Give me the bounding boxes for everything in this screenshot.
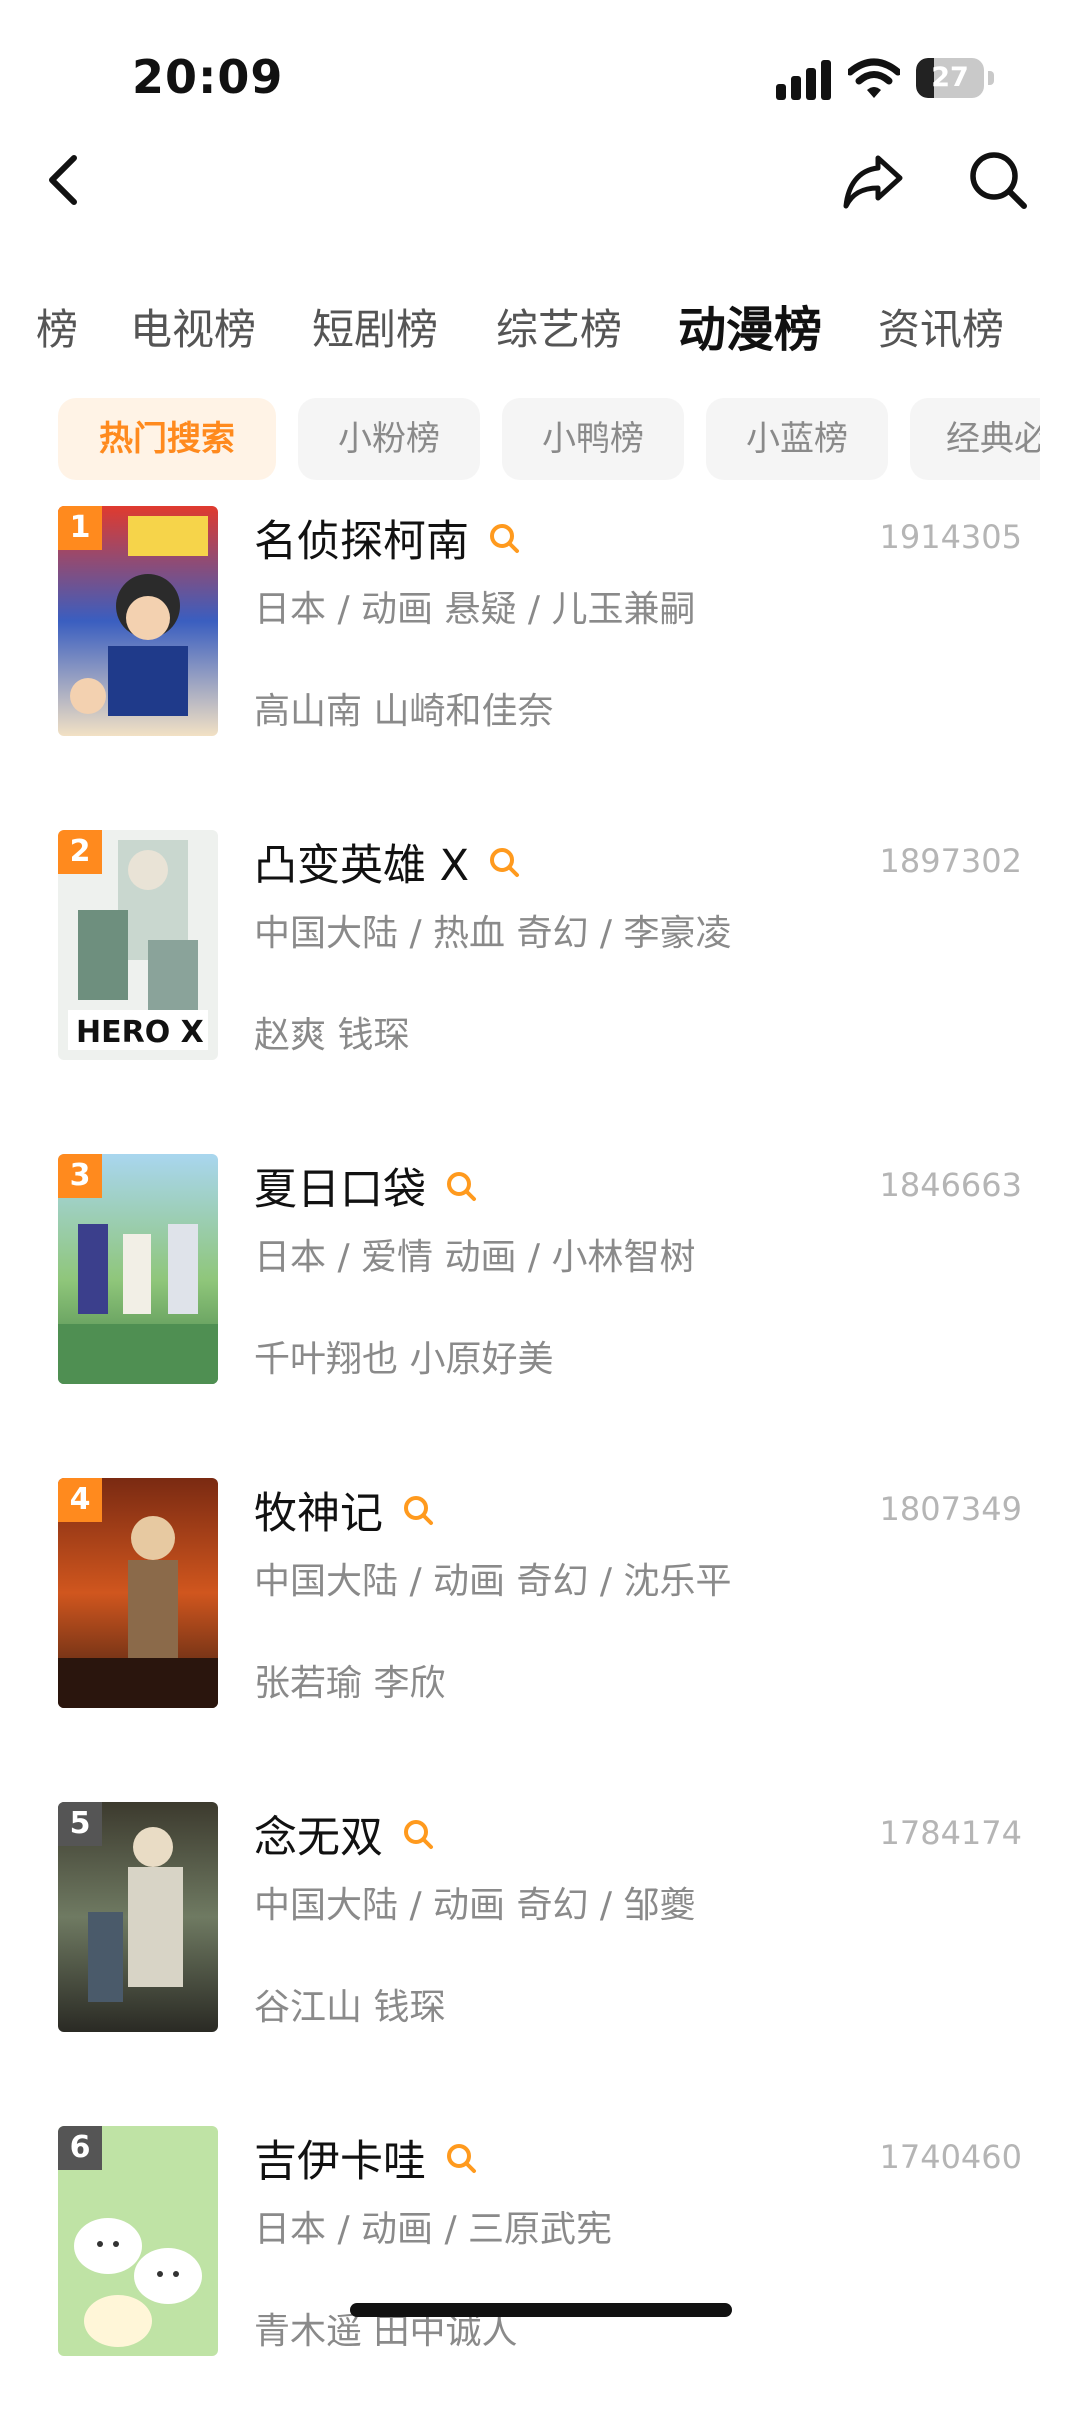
chip-xiaoya[interactable]: 小鸭榜	[502, 398, 684, 480]
poster-image[interactable]: 1	[58, 506, 218, 736]
item-title: 念无双	[254, 1813, 383, 1863]
list-item[interactable]: 4 牧神记 1807349 中国大陆 / 动画 奇幻 / 沈乐平 张若瑜 李欣	[0, 1472, 1080, 1772]
heat-count: 1784174	[879, 1814, 1022, 1852]
search-icon[interactable]	[444, 2141, 478, 2175]
heat-count: 1897302	[879, 842, 1022, 880]
rank-badge: 4	[58, 1478, 102, 1522]
svg-text:HERO X: HERO X	[76, 1015, 204, 1050]
item-title: 夏日口袋	[254, 1165, 426, 1215]
poster-image[interactable]: 6	[58, 2126, 218, 2356]
chip-hot-search[interactable]: 热门搜索	[58, 398, 276, 480]
home-indicator[interactable]	[350, 2303, 732, 2317]
battery-percent: 27	[931, 62, 969, 93]
list-item[interactable]: 5 念无双 1784174 中国大陆 / 动画 奇幻 / 邹夔 谷江山 钱琛	[0, 1796, 1080, 2096]
chip-classic[interactable]: 经典必	[910, 398, 1040, 480]
tab-news[interactable]: 资讯榜	[878, 290, 1004, 370]
item-cast: 高山南 山崎和佳奈	[254, 691, 554, 732]
heat-count: 1846663	[879, 1166, 1022, 1204]
battery-icon: 27	[916, 58, 994, 100]
list-item[interactable]: 1 名侦探柯南 1914305 日本 / 动画 悬疑 / 儿玉兼嗣 高山南 山崎…	[0, 500, 1080, 800]
item-cast: 赵爽 钱琛	[254, 1015, 410, 1056]
status-bar: 20:09 27	[0, 0, 1080, 130]
heat-count: 1807349	[879, 1490, 1022, 1528]
poster-image[interactable]: HERO X 2	[58, 830, 218, 1060]
item-meta: 日本 / 动画 悬疑 / 儿玉兼嗣	[254, 589, 696, 630]
back-chevron-left-icon[interactable]	[40, 150, 90, 210]
heat-count: 1740460	[879, 2138, 1022, 2176]
category-tabs: 榜 电视榜 短剧榜 综艺榜 动漫榜 资讯榜	[0, 290, 1080, 370]
item-title: 凸变英雄 X	[254, 841, 470, 891]
item-meta: 中国大陆 / 动画 奇幻 / 沈乐平	[254, 1561, 732, 1602]
item-cast: 谷江山 钱琛	[254, 1987, 446, 2028]
chip-xiaolan[interactable]: 小蓝榜	[706, 398, 888, 480]
search-icon[interactable]	[487, 521, 521, 555]
cellular-signal-icon	[776, 60, 831, 100]
rank-badge: 1	[58, 506, 102, 550]
tab-category-partial[interactable]: 榜	[36, 290, 78, 370]
list-item[interactable]: 6 吉伊卡哇 1740460 日本 / 动画 / 三原武宪 青木遥 田中诚人	[0, 2120, 1080, 2420]
search-icon[interactable]	[444, 1169, 478, 1203]
search-icon[interactable]	[401, 1817, 435, 1851]
heat-count: 1914305	[879, 518, 1022, 556]
list-item[interactable]: 3 夏日口袋 1846663 日本 / 爱情 动画 / 小林智树 千叶翔也 小原…	[0, 1148, 1080, 1448]
search-icon[interactable]	[966, 148, 1030, 212]
list-item[interactable]: HERO X 2 凸变英雄 X 1897302 中国大陆 / 热血 奇幻 / 李…	[0, 824, 1080, 1124]
rank-badge: 3	[58, 1154, 102, 1198]
tab-short-drama[interactable]: 短剧榜	[312, 290, 438, 370]
tab-variety[interactable]: 综艺榜	[496, 290, 622, 370]
item-title: 名侦探柯南	[254, 517, 469, 567]
rank-badge: 6	[58, 2126, 102, 2170]
tab-tv[interactable]: 电视榜	[130, 290, 256, 370]
item-meta: 中国大陆 / 动画 奇幻 / 邹夔	[254, 1885, 696, 1926]
rank-badge: 5	[58, 1802, 102, 1846]
poster-image[interactable]: 4	[58, 1478, 218, 1708]
item-cast: 张若瑜 李欣	[254, 1663, 446, 1704]
item-meta: 日本 / 动画 / 三原武宪	[254, 2209, 613, 2250]
item-meta: 中国大陆 / 热血 奇幻 / 李豪凌	[254, 913, 732, 954]
item-cast: 千叶翔也 小原好美	[254, 1339, 554, 1380]
search-icon[interactable]	[487, 845, 521, 879]
rank-badge: 2	[58, 830, 102, 874]
wifi-icon	[848, 58, 900, 98]
poster-image[interactable]: 5	[58, 1802, 218, 2032]
search-icon[interactable]	[401, 1493, 435, 1527]
status-time: 20:09	[132, 50, 284, 104]
item-meta: 日本 / 爱情 动画 / 小林智树	[254, 1237, 696, 1278]
chip-xiaofen[interactable]: 小粉榜	[298, 398, 480, 480]
tab-anime[interactable]: 动漫榜	[678, 290, 822, 370]
item-title: 吉伊卡哇	[254, 2137, 426, 2187]
poster-image[interactable]: 3	[58, 1154, 218, 1384]
item-title: 牧神记	[254, 1489, 383, 1539]
share-icon[interactable]	[840, 148, 906, 212]
sub-filter-chips: 热门搜索 小粉榜 小鸭榜 小蓝榜 经典必	[58, 398, 1040, 480]
